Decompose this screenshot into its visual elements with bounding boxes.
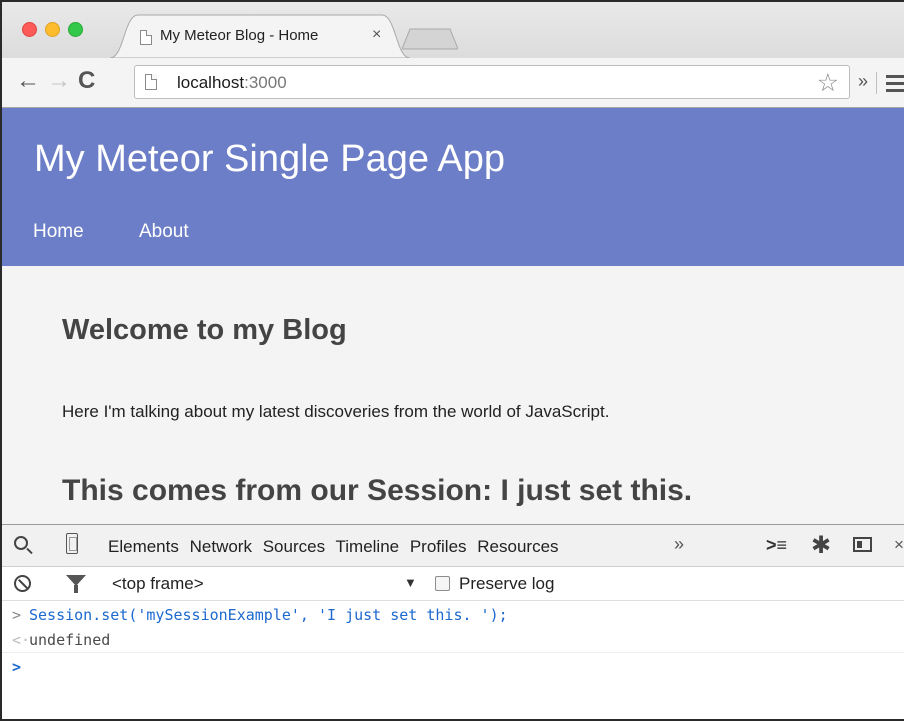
minimize-window-button[interactable] [45, 22, 60, 37]
console-result-line: <· undefined [2, 626, 904, 653]
frame-selector[interactable]: <top frame> [112, 574, 204, 594]
maximize-window-button[interactable] [68, 22, 83, 37]
preserve-log-label: Preserve log [459, 574, 555, 593]
hamburger-menu-icon[interactable] [886, 75, 904, 96]
browser-toolbar: ← → C localhost:3000 ☆ » [2, 58, 904, 108]
nav-link-home[interactable]: Home [33, 221, 84, 243]
preserve-log-checkbox[interactable] [435, 576, 450, 591]
tab-resources[interactable]: Resources [477, 537, 558, 556]
inspect-search-icon[interactable] [14, 536, 28, 550]
nav-link-about[interactable]: About [139, 221, 189, 243]
new-tab-button[interactable] [402, 28, 458, 50]
page-icon [145, 74, 157, 90]
filter-icon[interactable] [66, 575, 86, 593]
console-output: > Session.set('mySessionExample', 'I jus… [2, 601, 904, 678]
tab-title: My Meteor Blog - Home [160, 27, 319, 44]
browser-tab[interactable]: My Meteor Blog - Home × [110, 14, 410, 58]
close-window-button[interactable] [22, 22, 37, 37]
tab-network[interactable]: Network [190, 537, 252, 556]
extensions-overflow-button[interactable]: » [858, 71, 868, 92]
devtools-toolbar: Elements Network Sources Timeline Profil… [2, 525, 904, 567]
device-mode-icon[interactable] [66, 533, 78, 554]
devtools-tabs: Elements Network Sources Timeline Profil… [108, 537, 565, 557]
browser-window: My Meteor Blog - Home × ← → C localhost:… [0, 0, 904, 721]
toolbar-divider [876, 72, 877, 94]
tab-strip: My Meteor Blog - Home × [2, 2, 904, 58]
tab-elements[interactable]: Elements [108, 537, 179, 556]
session-prefix: This comes from our Session: [62, 474, 501, 507]
console-result: undefined [29, 631, 111, 649]
forward-button[interactable]: → [47, 67, 71, 95]
url-text: localhost:3000 [177, 73, 287, 93]
back-button[interactable]: ← [16, 67, 40, 95]
tab-close-button[interactable]: × [372, 26, 381, 44]
settings-gear-icon[interactable]: ✱ [811, 531, 831, 560]
console-filter-bar: <top frame> ▼ Preserve log [2, 567, 904, 601]
console-command: Session.set('mySessionExample', 'I just … [29, 606, 508, 624]
tab-sources[interactable]: Sources [263, 537, 325, 556]
url-host: localhost [177, 73, 245, 92]
address-bar[interactable]: localhost:3000 ☆ [134, 65, 850, 99]
session-heading: This comes from our Session: I just set … [62, 474, 692, 508]
tab-profiles[interactable]: Profiles [410, 537, 467, 556]
page-heading: Welcome to my Blog [62, 314, 347, 346]
url-port: :3000 [244, 73, 287, 92]
devtools-close-button[interactable]: × [894, 535, 904, 555]
more-tabs-button[interactable]: » [674, 534, 684, 555]
developer-tools: Elements Network Sources Timeline Profil… [2, 524, 904, 719]
input-prompt-icon: > [12, 658, 22, 676]
clear-console-icon[interactable] [14, 575, 31, 592]
intro-text: Here I'm talking about my latest discove… [62, 402, 610, 421]
dock-side-icon[interactable] [853, 537, 872, 552]
session-value: I just set this. [500, 474, 693, 507]
result-arrow-icon: <· [12, 631, 31, 649]
app-title: My Meteor Single Page App [34, 138, 506, 180]
main-content: Welcome to my Blog Here I'm talking abou… [2, 266, 904, 526]
document-icon [140, 30, 152, 45]
bookmark-star-icon[interactable]: ☆ [817, 68, 839, 98]
frame-dropdown-arrow-icon[interactable]: ▼ [404, 575, 417, 590]
console-drawer-icon[interactable]: >≡ [766, 535, 787, 556]
console-command-line: > Session.set('mySessionExample', 'I jus… [2, 601, 904, 626]
command-prompt-icon: > [12, 606, 22, 624]
console-input-line[interactable]: > [2, 653, 904, 678]
reload-button[interactable]: C [78, 67, 95, 95]
site-header: My Meteor Single Page App Home About [2, 108, 904, 266]
tab-timeline[interactable]: Timeline [336, 537, 400, 556]
